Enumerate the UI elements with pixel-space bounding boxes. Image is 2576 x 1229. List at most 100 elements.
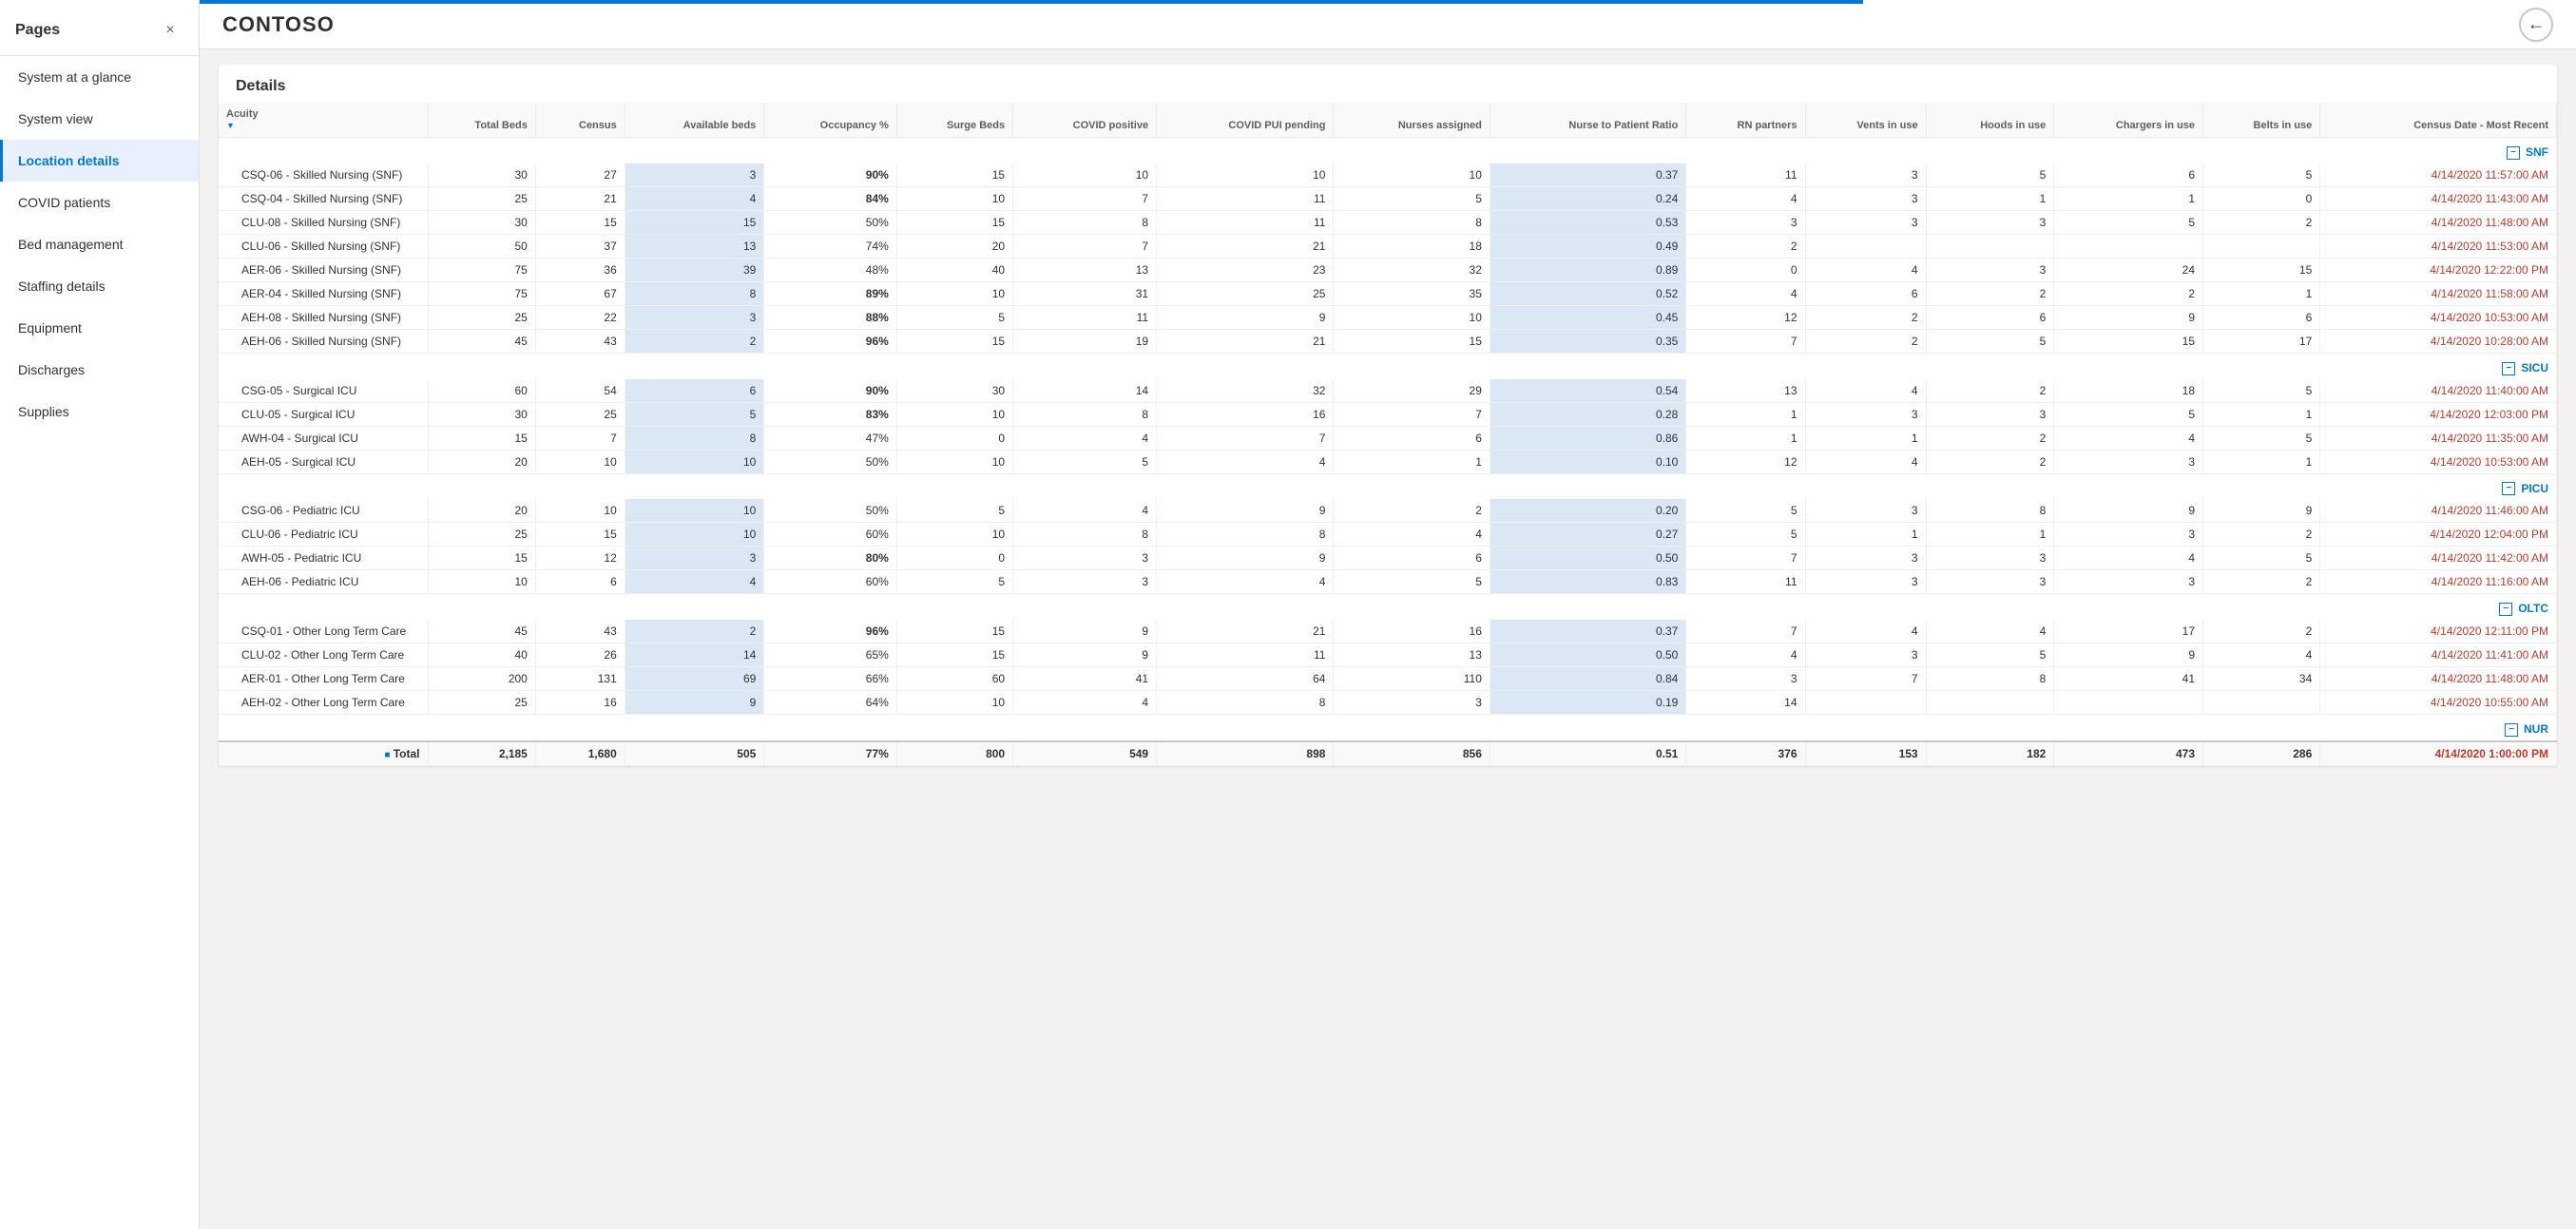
cell-vents_in_use: 3 [1805, 547, 1926, 570]
cell-available-beds: 8 [625, 281, 764, 305]
sidebar-item-staffing-details[interactable]: Staffing details [0, 265, 199, 307]
table-header: Acuity▼Total BedsCensusAvailable bedsOcc… [219, 103, 2557, 138]
cell-covid_pui_pending: 16 [1157, 402, 1334, 426]
cell-name: CLU-06 - Pediatric ICU [219, 523, 428, 547]
back-button[interactable]: ← [2519, 8, 2553, 42]
cell-ratio: 0.49 [1490, 234, 1685, 258]
cell-nurses_assigned: 18 [1334, 234, 1490, 258]
cell-covid_positive: 14 [1013, 379, 1157, 403]
cell-covid_positive: 13 [1013, 258, 1157, 281]
cell-name: AER-06 - Skilled Nursing (SNF) [219, 258, 428, 281]
sidebar-item-equipment[interactable]: Equipment [0, 307, 199, 349]
sidebar-close-button[interactable]: × [157, 17, 183, 44]
cell-surge_beds: 30 [896, 379, 1012, 403]
col-header-occupancy_pct: Occupancy % [764, 103, 897, 138]
cell-rn_partners: 7 [1686, 620, 1805, 643]
total-nurse_patient_ratio: 0.51 [1490, 741, 1685, 766]
table-row: AEH-02 - Other Long Term Care2516964%104… [219, 691, 2557, 715]
cell-covid_pui_pending: 21 [1157, 329, 1334, 353]
group-collapse-icon-SICU[interactable]: − [2502, 362, 2515, 375]
cell-ratio: 0.83 [1490, 570, 1685, 594]
cell-available-beds: 3 [625, 547, 764, 570]
group-row-OLTC[interactable]: −OLTC [219, 594, 2557, 620]
cell-name: CSQ-04 - Skilled Nursing (SNF) [219, 186, 428, 210]
cell-hoods_in_use [1926, 234, 2054, 258]
sidebar-item-supplies[interactable]: Supplies [0, 391, 199, 432]
cell-rn_partners: 3 [1686, 210, 1805, 234]
cell-nurses_assigned: 15 [1334, 329, 1490, 353]
cell-available-beds: 15 [625, 210, 764, 234]
table-body: −SNFCSQ-06 - Skilled Nursing (SNF)302739… [219, 138, 2557, 766]
cell-vents_in_use: 3 [1805, 570, 1926, 594]
sidebar-nav: System at a glanceSystem viewLocation de… [0, 56, 199, 432]
cell-rn_partners: 7 [1686, 329, 1805, 353]
cell-chargers_in_use: 9 [2054, 643, 2203, 667]
group-collapse-icon-SNF[interactable]: − [2507, 146, 2520, 160]
cell-chargers_in_use: 41 [2054, 667, 2203, 691]
cell-belts_in_use: 0 [2203, 186, 2320, 210]
details-table: Acuity▼Total BedsCensusAvailable bedsOcc… [219, 103, 2557, 766]
cell-covid_positive: 8 [1013, 402, 1157, 426]
cell-covid_pui_pending: 8 [1157, 691, 1334, 715]
cell-census: 7 [535, 426, 625, 450]
cell-surge_beds: 15 [896, 163, 1012, 187]
cell-hoods_in_use: 8 [1926, 667, 2054, 691]
sidebar-item-system-view[interactable]: System view [0, 98, 199, 140]
cell-census-date: 4/14/2020 11:46:00 AM [2320, 499, 2557, 523]
group-row-PICU[interactable]: −PICU [219, 473, 2557, 499]
cell-name: CSG-06 - Pediatric ICU [219, 499, 428, 523]
sidebar-item-discharges[interactable]: Discharges [0, 349, 199, 391]
cell-ratio: 0.52 [1490, 281, 1685, 305]
cell-total_beds: 25 [428, 305, 535, 329]
cell-rn_partners: 12 [1686, 450, 1805, 473]
cell-occupancy: 50% [764, 499, 897, 523]
group-row-SNF[interactable]: −SNF [219, 138, 2557, 163]
cell-ratio: 0.45 [1490, 305, 1685, 329]
group-collapse-icon-PICU[interactable]: − [2502, 482, 2515, 495]
sidebar: Pages × System at a glanceSystem viewLoc… [0, 0, 200, 1229]
group-collapse-icon-OLTC[interactable]: − [2499, 603, 2512, 616]
group-collapse-icon-NUR[interactable]: − [2505, 723, 2518, 737]
cell-vents_in_use: 1 [1805, 523, 1926, 547]
cell-available-beds: 3 [625, 305, 764, 329]
sidebar-item-location-details[interactable]: Location details [0, 140, 199, 182]
cell-census-date: 4/14/2020 11:53:00 AM [2320, 234, 2557, 258]
table-row: AEH-06 - Skilled Nursing (SNF)4543296%15… [219, 329, 2557, 353]
cell-available-beds: 39 [625, 258, 764, 281]
cell-hoods_in_use: 2 [1926, 426, 2054, 450]
cell-ratio: 0.50 [1490, 547, 1685, 570]
total-nurses_assigned: 856 [1334, 741, 1490, 766]
cell-available-beds: 3 [625, 163, 764, 187]
cell-census: 25 [535, 402, 625, 426]
cell-chargers_in_use [2054, 691, 2203, 715]
details-table-container[interactable]: Acuity▼Total BedsCensusAvailable bedsOcc… [219, 103, 2557, 766]
cell-name: CSQ-06 - Skilled Nursing (SNF) [219, 163, 428, 187]
cell-covid_positive: 7 [1013, 186, 1157, 210]
table-row: CLU-06 - Pediatric ICU25151060%108840.27… [219, 523, 2557, 547]
total-total_beds: 2,185 [428, 741, 535, 766]
group-row-SICU[interactable]: −SICU [219, 353, 2557, 378]
cell-covid_pui_pending: 9 [1157, 305, 1334, 329]
sidebar-item-covid-patients[interactable]: COVID patients [0, 182, 199, 223]
cell-total_beds: 30 [428, 210, 535, 234]
cell-census-date: 4/14/2020 12:04:00 PM [2320, 523, 2557, 547]
cell-rn_partners: 11 [1686, 570, 1805, 594]
sort-indicator-acuity[interactable]: ▼ [226, 120, 420, 131]
sidebar-item-bed-management[interactable]: Bed management [0, 223, 199, 265]
group-row-NUR[interactable]: −NUR [219, 715, 2557, 741]
total-rn_partners: 376 [1686, 741, 1805, 766]
sidebar-item-system-at-a-glance[interactable]: System at a glance [0, 56, 199, 98]
cell-name: AER-01 - Other Long Term Care [219, 667, 428, 691]
cell-census: 10 [535, 499, 625, 523]
cell-nurses_assigned: 2 [1334, 499, 1490, 523]
cell-hoods_in_use: 5 [1926, 163, 2054, 187]
col-header-total_beds: Total Beds [428, 103, 535, 138]
total-census: 1,680 [535, 741, 625, 766]
cell-rn_partners: 4 [1686, 281, 1805, 305]
cell-census-date: 4/14/2020 11:41:00 AM [2320, 643, 2557, 667]
cell-name: CLU-06 - Skilled Nursing (SNF) [219, 234, 428, 258]
group-label-NUR: NUR [2524, 722, 2548, 736]
cell-available-beds: 10 [625, 523, 764, 547]
cell-census-date: 4/14/2020 12:22:00 PM [2320, 258, 2557, 281]
cell-vents_in_use: 3 [1805, 643, 1926, 667]
